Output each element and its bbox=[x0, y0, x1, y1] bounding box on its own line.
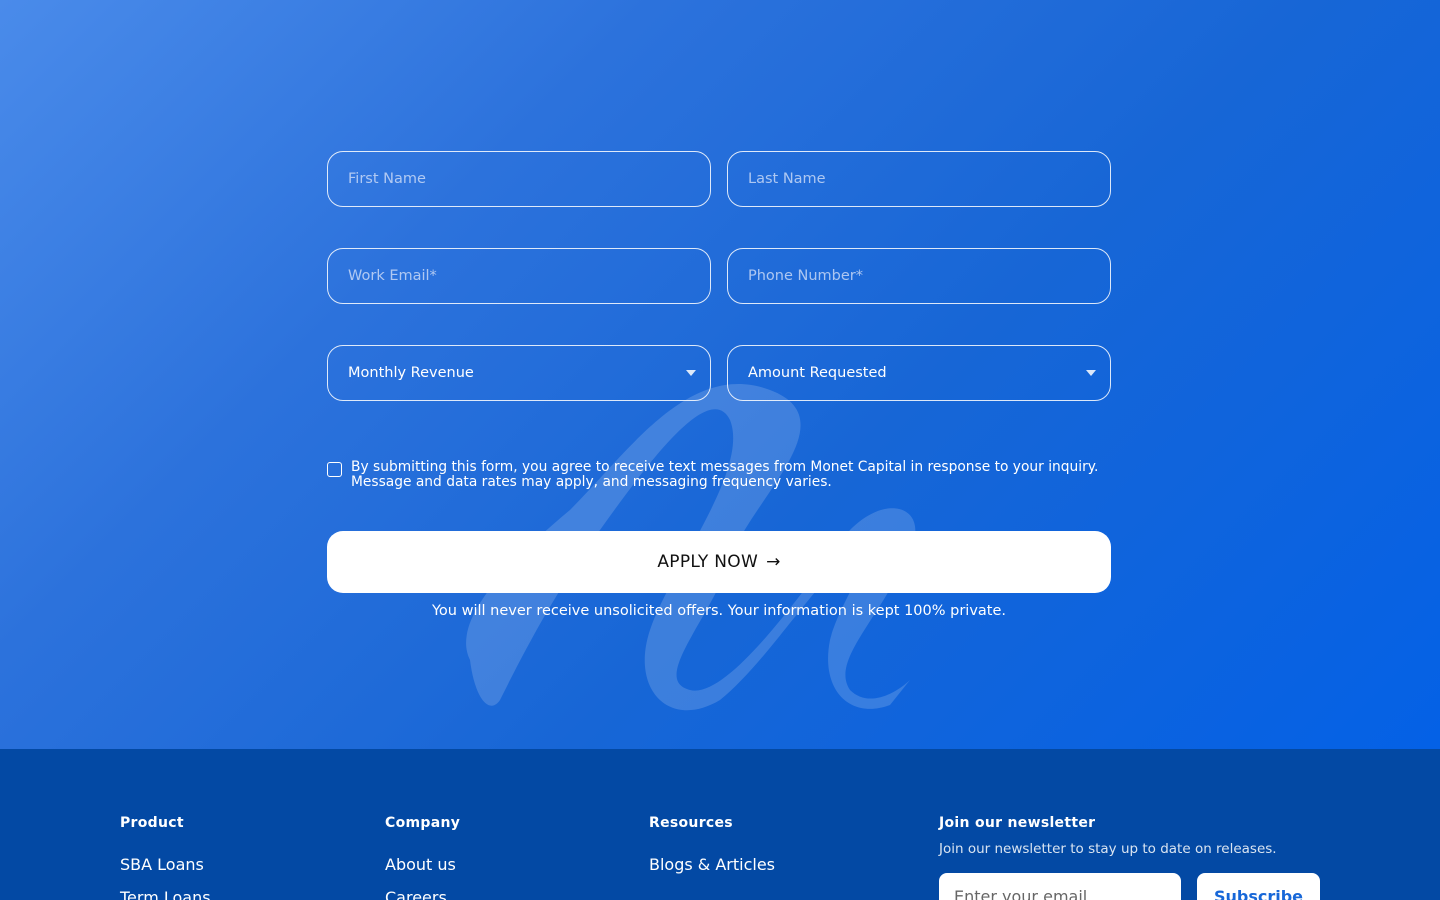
footer-resources-heading: Resources bbox=[649, 815, 733, 831]
footer-product-column: Product SBA Loans Term Loans bbox=[120, 815, 211, 900]
newsletter-email-input[interactable] bbox=[939, 873, 1181, 900]
footer-link-sba-loans[interactable]: SBA Loans bbox=[120, 855, 211, 874]
last-name-input[interactable] bbox=[748, 171, 1090, 187]
chevron-down-icon bbox=[1086, 370, 1096, 376]
subscribe-button[interactable]: Subscribe bbox=[1197, 873, 1320, 900]
sms-consent: By submitting this form, you agree to re… bbox=[327, 460, 1117, 490]
amount-requested-select[interactable]: Amount Requested bbox=[727, 345, 1111, 401]
apply-now-button[interactable]: APPLY NOW → bbox=[327, 531, 1111, 593]
consent-text: By submitting this form, you agree to re… bbox=[351, 459, 1099, 490]
newsletter-subtitle: Join our newsletter to stay up to date o… bbox=[939, 841, 1277, 857]
footer-product-heading: Product bbox=[120, 815, 184, 831]
footer-link-about-us[interactable]: About us bbox=[385, 855, 460, 874]
phone-number-field[interactable] bbox=[727, 248, 1111, 304]
application-form-section: Monthly Revenue Amount Requested By subm… bbox=[0, 0, 1440, 749]
work-email-input[interactable] bbox=[348, 268, 690, 284]
footer-resources-column: Resources Blogs & Articles bbox=[649, 815, 775, 888]
consent-checkbox[interactable] bbox=[327, 462, 342, 477]
first-name-input[interactable] bbox=[348, 171, 690, 187]
arrow-right-icon: → bbox=[766, 552, 781, 572]
newsletter-heading: Join our newsletter bbox=[939, 815, 1096, 831]
chevron-down-icon bbox=[686, 370, 696, 376]
privacy-note: You will never receive unsolicited offer… bbox=[431, 603, 1007, 619]
footer-newsletter-column: Join our newsletter Join our newsletter … bbox=[939, 815, 1277, 857]
footer-company-heading: Company bbox=[385, 815, 461, 831]
last-name-field[interactable] bbox=[727, 151, 1111, 207]
phone-number-input[interactable] bbox=[748, 268, 1090, 284]
footer-company-column: Company About us Careers bbox=[385, 815, 460, 900]
footer-link-term-loans[interactable]: Term Loans bbox=[120, 888, 211, 900]
work-email-field[interactable] bbox=[327, 248, 711, 304]
footer-link-blogs-articles[interactable]: Blogs & Articles bbox=[649, 855, 775, 874]
amount-requested-value: Amount Requested bbox=[748, 365, 887, 381]
apply-now-label: APPLY NOW bbox=[657, 552, 759, 572]
monthly-revenue-select[interactable]: Monthly Revenue bbox=[327, 345, 711, 401]
first-name-field[interactable] bbox=[327, 151, 711, 207]
footer-link-careers[interactable]: Careers bbox=[385, 888, 460, 900]
monthly-revenue-value: Monthly Revenue bbox=[348, 365, 474, 381]
